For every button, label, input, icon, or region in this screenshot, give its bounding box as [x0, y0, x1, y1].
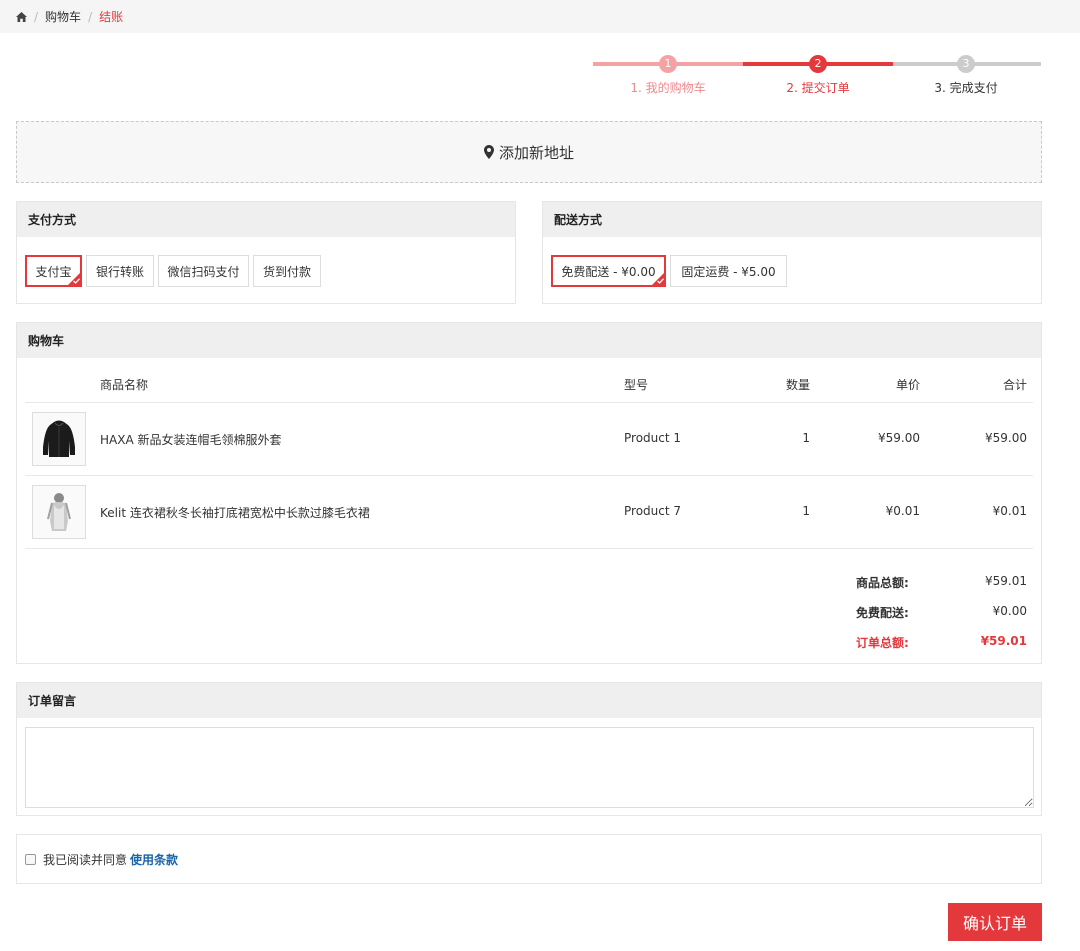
cart-title: 购物车 [17, 323, 1041, 358]
table-row: Kelit 连衣裙秋冬长袖打底裙宽松中长款过膝毛衣裙 Product 7 1 ¥… [25, 475, 1033, 548]
product-name[interactable]: Kelit 连衣裙秋冬长袖打底裙宽松中长款过膝毛衣裙 [100, 504, 370, 521]
breadcrumb-current: 结账 [99, 10, 124, 24]
header-model: 型号 [624, 378, 649, 392]
shipping-option-label: 免费配送 - ¥0.00 [561, 264, 656, 279]
payment-option-bank-transfer[interactable]: 银行转账 [86, 255, 154, 287]
order-total-label: 订单总额: [856, 636, 909, 650]
breadcrumb: / 购物车 / 结账 [0, 0, 1080, 33]
breadcrumb-separator: / [34, 9, 39, 24]
confirm-order-button[interactable]: 确认订单 [948, 903, 1042, 941]
cart-panel: 购物车 商品名称 型号 数量 单价 合计 HAXA 新品女装连帽毛领棉服外套 P… [16, 322, 1042, 664]
breadcrumb-cart-link[interactable]: 购物车 [45, 8, 81, 25]
product-name[interactable]: HAXA 新品女装连帽毛领棉服外套 [100, 431, 281, 448]
step-1-label: 1. 我的购物车 [630, 81, 706, 95]
jacket-image [43, 420, 75, 457]
payment-option-label: 银行转账 [95, 264, 144, 279]
order-comment-textarea[interactable] [25, 727, 1034, 808]
payment-option-label: 微信扫码支付 [167, 264, 240, 279]
shipping-title: 配送方式 [543, 202, 1041, 237]
shipping-fee-label: 免费配送: [856, 606, 909, 620]
product-model: Product 7 [624, 504, 682, 518]
shipping-option-fixed[interactable]: 固定运费 - ¥5.00 [670, 255, 787, 287]
step-2-label: 2. 提交订单 [786, 81, 850, 95]
payment-option-alipay[interactable]: 支付宝 [25, 255, 82, 287]
terms-checkbox[interactable] [25, 853, 36, 865]
header-price: 单价 [895, 378, 920, 392]
payment-option-wechat[interactable]: 微信扫码支付 [158, 255, 249, 287]
header-name: 商品名称 [100, 378, 149, 392]
product-price: ¥0.01 [885, 504, 920, 518]
selected-check-icon [67, 272, 81, 286]
comment-title: 订单留言 [17, 683, 1041, 718]
terms-link[interactable]: 使用条款 [130, 851, 178, 868]
checkout-steps: 1 2 3 1. 我的购物车 2. 提交订单 3. 完成支付 [593, 52, 1041, 100]
add-address-button[interactable]: 添加新地址 [16, 121, 1042, 183]
product-qty: 1 [802, 431, 810, 445]
step-3-label: 3. 完成支付 [934, 81, 998, 95]
table-divider [25, 548, 1033, 549]
terms-text: 我已阅读并同意 [43, 852, 128, 867]
comment-panel: 订单留言 [16, 682, 1042, 816]
shipping-fee-value: ¥0.00 [992, 604, 1027, 618]
shipping-option-free[interactable]: 免费配送 - ¥0.00 [551, 255, 666, 287]
payment-title: 支付方式 [17, 202, 515, 237]
header-qty: 数量 [785, 378, 810, 392]
payment-option-label: 货到付款 [262, 264, 311, 279]
selected-check-icon [651, 272, 665, 286]
payment-panel: 支付方式 支付宝 银行转账 微信扫码支付 货到付款 [16, 201, 516, 304]
terms-row: 我已阅读并同意 使用条款 [16, 834, 1042, 884]
shipping-panel: 配送方式 免费配送 - ¥0.00 固定运费 - ¥5.00 [542, 201, 1042, 304]
table-row: HAXA 新品女装连帽毛领棉服外套 Product 1 1 ¥59.00 ¥59… [25, 402, 1033, 475]
payment-option-cod[interactable]: 货到付款 [253, 255, 321, 287]
dress-image [47, 493, 71, 531]
product-image[interactable] [32, 485, 86, 539]
product-total: ¥59.00 [985, 431, 1027, 445]
product-total: ¥0.01 [992, 504, 1027, 518]
step-2-number: 2 [809, 55, 827, 73]
step-1-number: 1 [659, 55, 677, 73]
product-image[interactable] [32, 412, 86, 466]
home-icon[interactable] [16, 11, 27, 22]
shipping-option-label: 固定运费 - ¥5.00 [681, 264, 776, 279]
subtotal-value: ¥59.01 [985, 574, 1027, 588]
map-marker-icon [483, 145, 494, 159]
product-model: Product 1 [624, 431, 682, 445]
product-qty: 1 [802, 504, 810, 518]
breadcrumb-separator: / [88, 9, 93, 24]
header-total: 合计 [1002, 378, 1027, 392]
product-price: ¥59.00 [878, 431, 920, 445]
order-total-value: ¥59.01 [980, 634, 1027, 648]
step-3-number: 3 [957, 55, 975, 73]
subtotal-label: 商品总额: [856, 576, 909, 590]
add-address-label: 添加新地址 [498, 143, 574, 162]
